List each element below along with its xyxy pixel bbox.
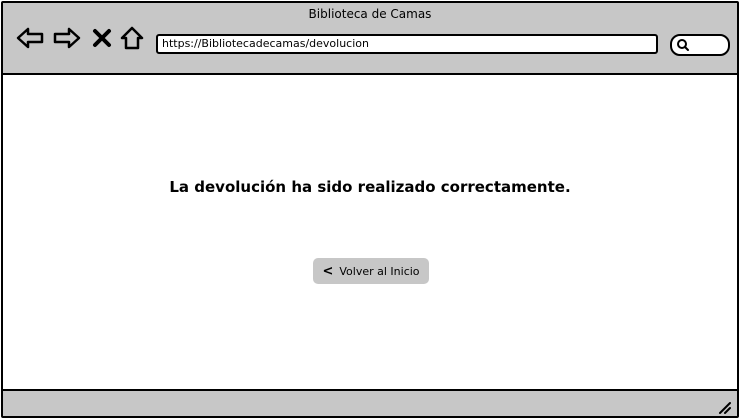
confirmation-message: La devolución ha sido realizado correcta… [169,178,571,196]
browser-toolbar: Biblioteca de Camas https://Bibliotecade… [3,3,737,75]
page-content: La devolución ha sido realizado correcta… [3,75,737,390]
resize-handle-icon[interactable] [717,400,731,414]
forward-arrow-icon[interactable] [52,25,82,51]
back-to-home-button[interactable]: < Volver al Inicio [313,258,429,284]
status-bar [3,389,737,416]
window-title: Biblioteca de Camas [308,7,432,21]
home-icon[interactable] [118,25,146,51]
back-arrow-icon[interactable] [15,25,45,51]
browser-window: Biblioteca de Camas https://Bibliotecade… [1,1,739,418]
close-icon[interactable] [90,25,114,51]
search-icon [677,39,689,51]
search-box[interactable] [670,34,730,56]
address-bar[interactable]: https://Bibliotecadecamas/devolucion [156,34,658,54]
chevron-left-icon: < [322,263,334,279]
back-to-home-label: Volver al Inicio [339,264,420,278]
